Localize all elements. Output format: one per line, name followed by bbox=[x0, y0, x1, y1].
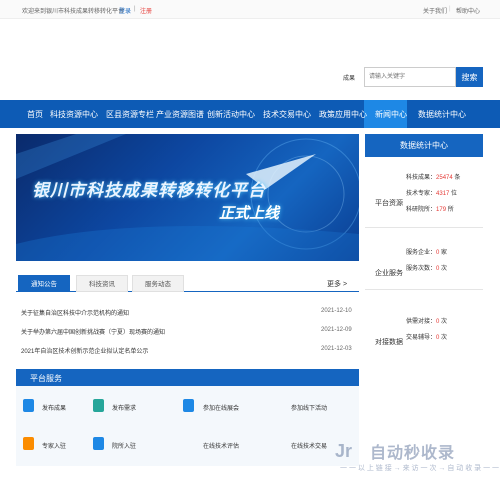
tab-notices[interactable]: 通知公告 bbox=[18, 275, 70, 292]
service-online-trade[interactable]: 在线技术交易 bbox=[291, 441, 327, 450]
help-link[interactable]: 帮助中心 bbox=[456, 6, 480, 15]
top-divider-right: | bbox=[449, 6, 451, 12]
top-bar: 欢迎来到银川市科技成果转移转化平台 登录 | 注册 关于我们 | 帮助中心 bbox=[0, 0, 500, 19]
tab-tech-news[interactable]: 科技资讯 bbox=[76, 275, 128, 292]
service-expert-join[interactable]: 专家入驻 bbox=[42, 441, 66, 450]
online-expo-icon bbox=[183, 399, 194, 412]
matching-data-label: 对接数据 bbox=[375, 339, 403, 346]
stat-institutes: 科研院所：179 所 bbox=[406, 207, 454, 213]
stat-experts: 技术专家：4317 位 bbox=[406, 191, 458, 197]
data-center-header[interactable]: 数据统计中心 bbox=[365, 134, 483, 157]
stat-service-count: 服务次数：0 次 bbox=[406, 266, 448, 272]
enterprise-service-label: 企业服务 bbox=[375, 270, 403, 277]
news-item[interactable]: 关于举办第六届中国创新挑战赛（宁夏）现场赛的通知 bbox=[21, 327, 165, 336]
service-publish-demand[interactable]: 发布需求 bbox=[112, 403, 136, 412]
stat-supply-demand: 供需对接：0 次 bbox=[406, 319, 448, 325]
main-nav: 首页 科技资源中心 区县资源专栏 产业资源图谱 创新活动中心 技术交易中心 政策… bbox=[0, 100, 500, 128]
welcome-text: 欢迎来到银川市科技成果转移转化平台 bbox=[22, 9, 125, 15]
expert-icon bbox=[23, 437, 34, 450]
nav-item-industry-map[interactable]: 产业资源图谱 bbox=[156, 109, 204, 120]
nav-item-activities[interactable]: 创新活动中心 bbox=[207, 109, 255, 120]
stat-served-companies: 服务企业：0 家 bbox=[406, 250, 448, 256]
top-divider: | bbox=[134, 6, 136, 12]
platform-services-title: 平台服务 bbox=[30, 374, 62, 383]
platform-services-panel bbox=[16, 386, 359, 466]
publish-demand-icon bbox=[93, 399, 104, 412]
register-link[interactable]: 注册 bbox=[140, 6, 152, 15]
news-date: 2021-12-10 bbox=[321, 308, 352, 314]
news-date: 2021-12-09 bbox=[321, 327, 352, 333]
more-link[interactable]: 更多 > bbox=[327, 279, 347, 289]
banner-subheadline: 正式上线 bbox=[219, 205, 280, 222]
news-item[interactable]: 关于征集自治区科技中介示范机构的通知 bbox=[21, 308, 129, 317]
platform-resources-label: 平台资源 bbox=[375, 200, 403, 207]
service-online-evaluation[interactable]: 在线技术评估 bbox=[203, 441, 239, 450]
nav-item-policy[interactable]: 政策应用中心 bbox=[319, 109, 367, 120]
service-institute-join[interactable]: 院所入驻 bbox=[112, 441, 136, 450]
stat-trade-coaching: 交易辅导：0 次 bbox=[406, 335, 448, 341]
news-item[interactable]: 2021年自治区技术创新示范企业拟认定名单公示 bbox=[21, 346, 148, 355]
service-publish-result[interactable]: 发布成果 bbox=[42, 403, 66, 412]
institute-icon bbox=[93, 437, 104, 450]
watermark-title: 自动秒收录 bbox=[370, 445, 456, 462]
watermark-logo: Jr bbox=[335, 441, 353, 461]
search-button[interactable]: 搜索 bbox=[456, 67, 483, 87]
search-type-selector[interactable]: 成果 bbox=[343, 73, 355, 82]
search-input[interactable] bbox=[364, 67, 456, 87]
nav-item-resources[interactable]: 科技资源中心 bbox=[50, 109, 98, 120]
nav-item-news[interactable]: 新闻中心 bbox=[375, 109, 407, 120]
tab-service-news[interactable]: 服务动态 bbox=[132, 275, 184, 292]
nav-item-statistics[interactable]: 数据统计中心 bbox=[418, 109, 466, 120]
about-link[interactable]: 关于我们 bbox=[423, 6, 447, 15]
nav-item-trading[interactable]: 技术交易中心 bbox=[263, 109, 311, 120]
news-tabs: 通知公告 科技资讯 服务动态 bbox=[16, 275, 359, 292]
enterprise-service-section bbox=[365, 228, 483, 290]
watermark: Jr 自动秒收录 一 一 以 上 链 接 → 来 访 一 次 → 自 动 收 录… bbox=[335, 439, 499, 479]
watermark-subtitle: 一 一 以 上 链 接 → 来 访 一 次 → 自 动 收 录 一 一 bbox=[340, 465, 500, 472]
news-date: 2021-12-03 bbox=[321, 346, 352, 352]
nav-item-county[interactable]: 区县资源专栏 bbox=[106, 109, 154, 120]
service-online-expo[interactable]: 参加在线展会 bbox=[203, 403, 239, 412]
service-offline-activity[interactable]: 参加线下活动 bbox=[291, 403, 327, 412]
stat-tech-results: 科技成果：25474 条 bbox=[406, 175, 461, 181]
nav-item-home[interactable]: 首页 bbox=[27, 109, 43, 120]
login-link[interactable]: 登录 bbox=[119, 6, 131, 15]
banner-headline: 银川市科技成果转移转化平台 bbox=[32, 181, 266, 200]
publish-result-icon bbox=[23, 399, 34, 412]
hero-banner[interactable]: 银川市科技成果转移转化平台 正式上线 bbox=[16, 134, 359, 261]
platform-services-header: 平台服务 bbox=[16, 369, 359, 386]
